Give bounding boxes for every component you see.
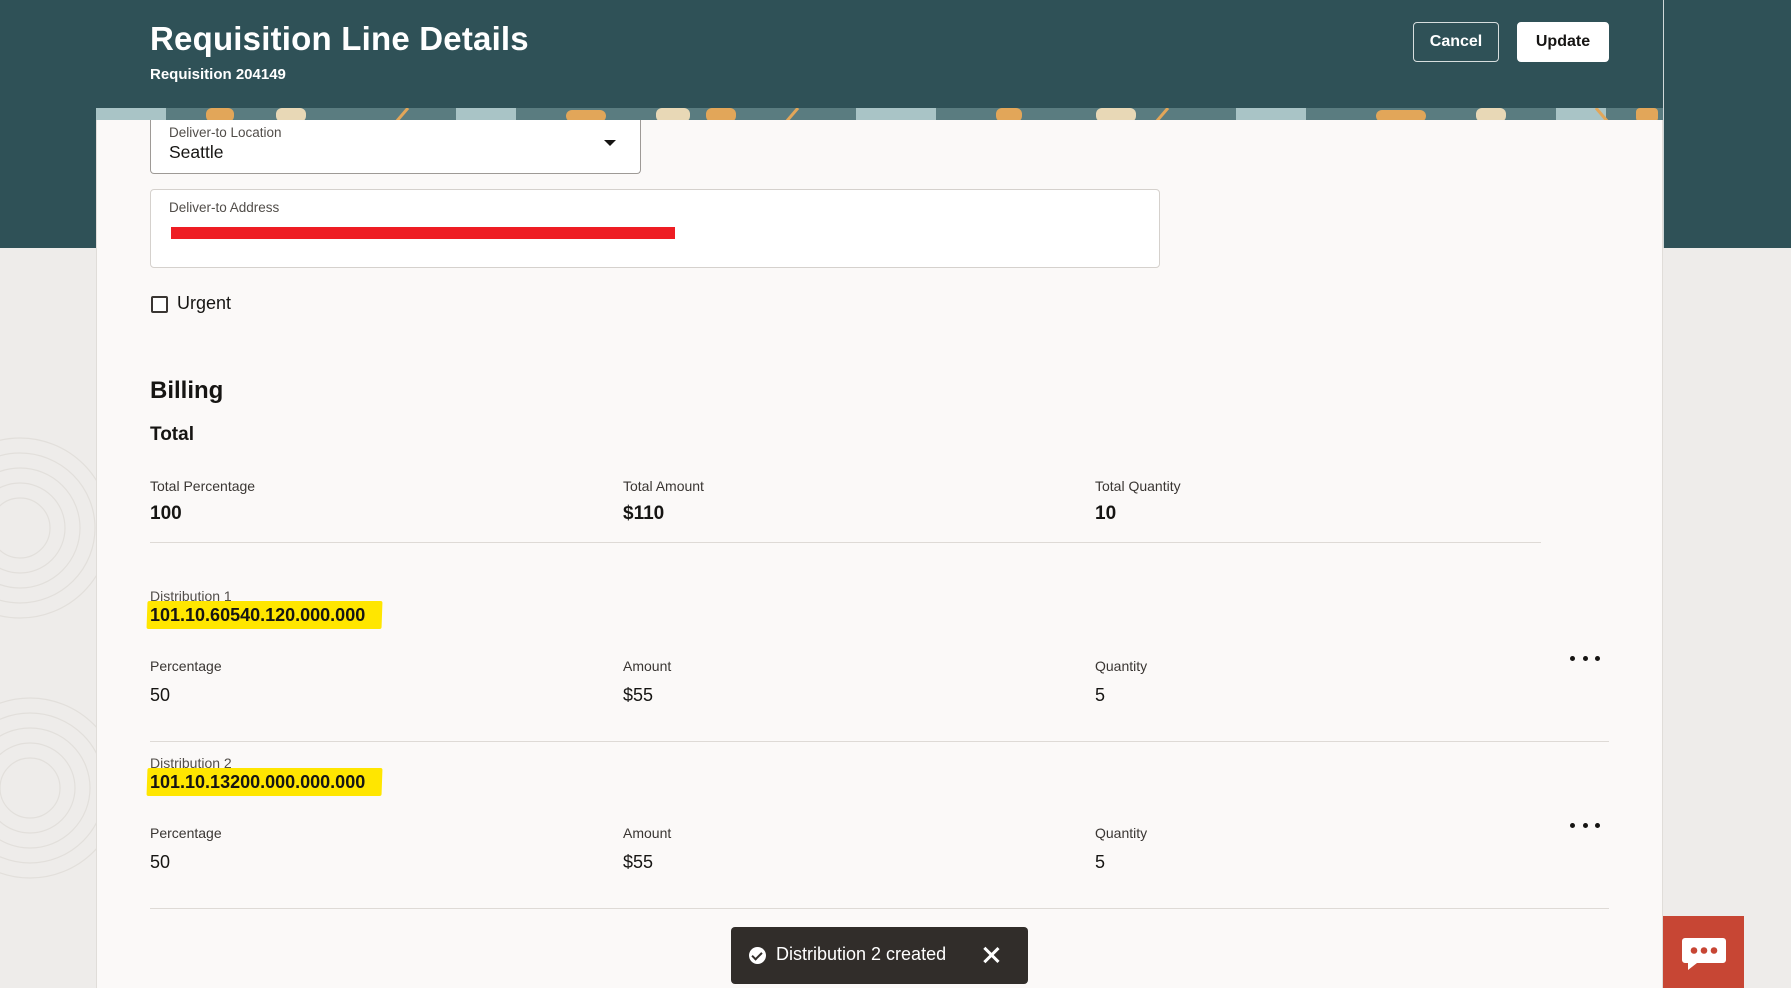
more-actions-icon[interactable]	[1570, 815, 1600, 835]
check-circle-icon	[749, 947, 766, 964]
deliver-to-address-label: Deliver-to Address	[169, 200, 280, 215]
decorative-rings-pattern	[0, 437, 96, 879]
urgent-checkbox[interactable]	[151, 296, 168, 313]
distribution-divider	[150, 908, 1609, 909]
distribution-2-amount-value: $55	[623, 852, 654, 872]
page-background-right	[1663, 248, 1791, 988]
redacted-address-value	[171, 227, 675, 239]
total-heading: Total	[150, 424, 194, 445]
distribution-2-amount-label: Amount	[623, 825, 672, 841]
distribution-1-quantity-value: 5	[1095, 685, 1106, 705]
more-actions-icon[interactable]	[1570, 648, 1600, 668]
total-quantity-value: 10	[1095, 503, 1117, 524]
chevron-down-icon[interactable]	[604, 140, 616, 146]
page-background-left	[0, 248, 96, 988]
total-amount-label: Total Amount	[623, 478, 704, 494]
distribution-1-amount-value: $55	[623, 685, 654, 705]
deliver-to-location-select[interactable]: Deliver-to Location Seattle	[150, 120, 641, 174]
chat-icon	[1682, 938, 1726, 970]
distribution-2-quantity-label: Quantity	[1095, 825, 1148, 841]
deliver-to-address-field: Deliver-to Address	[150, 189, 1160, 268]
deliver-to-location-value: Seattle	[169, 142, 224, 162]
distribution-2-percentage-value: 50	[150, 852, 171, 872]
distribution-1-percentage-label: Percentage	[150, 658, 222, 674]
chat-button[interactable]	[1663, 916, 1744, 988]
header-right-strip	[1663, 0, 1791, 248]
requisition-number: Requisition 204149	[150, 66, 286, 83]
distribution-2-quantity-value: 5	[1095, 852, 1106, 872]
billing-heading: Billing	[150, 377, 224, 404]
distribution-2-account[interactable]: 101.10.13200.000.000.000	[150, 772, 365, 793]
distribution-1-account[interactable]: 101.10.60540.120.000.000	[150, 605, 365, 626]
total-percentage-label: Total Percentage	[150, 478, 256, 494]
page-title: Requisition Line Details	[150, 20, 529, 57]
close-icon[interactable]	[980, 944, 1002, 966]
total-amount-value: $110	[623, 503, 665, 524]
total-percentage-value: 100	[150, 503, 182, 524]
deliver-to-location-label: Deliver-to Location	[169, 125, 282, 140]
toast-message: Distribution 2 created	[776, 944, 947, 964]
total-quantity-label: Total Quantity	[1095, 478, 1181, 494]
distribution-1-percentage-value: 50	[150, 685, 171, 705]
update-button[interactable]: Update	[1517, 22, 1609, 62]
distribution-2-percentage-label: Percentage	[150, 825, 222, 841]
cancel-button[interactable]: Cancel	[1413, 22, 1499, 62]
toast-notification: Distribution 2 created	[731, 927, 1028, 984]
urgent-label: Urgent	[177, 293, 232, 313]
totals-divider	[150, 542, 1541, 543]
distribution-1-amount-label: Amount	[623, 658, 672, 674]
distribution-divider	[150, 741, 1609, 742]
distribution-1-quantity-label: Quantity	[1095, 658, 1148, 674]
